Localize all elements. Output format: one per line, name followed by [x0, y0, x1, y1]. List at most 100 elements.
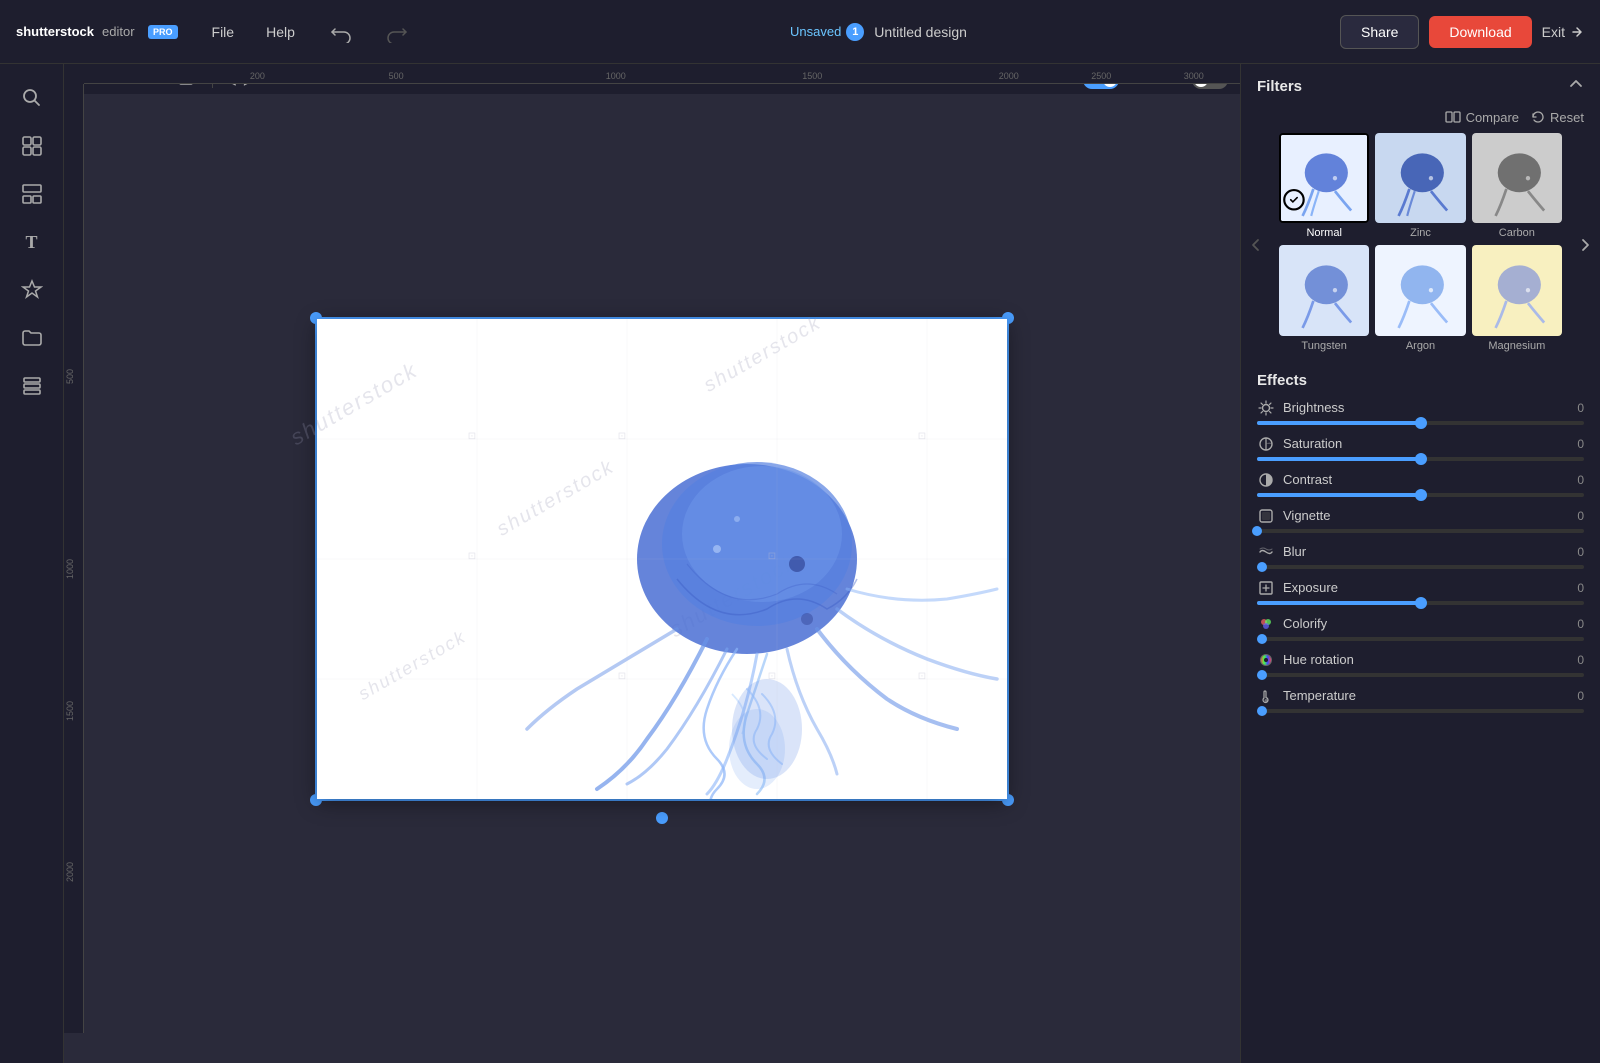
- svg-text:⊡: ⊡: [918, 431, 926, 442]
- hue-slider[interactable]: [1257, 673, 1584, 677]
- handle-rotate[interactable]: [656, 812, 668, 824]
- chevron-right-icon: [1578, 238, 1592, 252]
- svg-text:⊡: ⊡: [468, 551, 476, 562]
- redo-button[interactable]: [375, 15, 417, 49]
- reset-button[interactable]: Reset: [1531, 110, 1584, 125]
- blur-slider[interactable]: [1257, 565, 1584, 569]
- vignette-label: Vignette: [1283, 508, 1569, 523]
- temperature-svg: [1258, 688, 1274, 704]
- saturation-fill: [1257, 457, 1421, 461]
- sidebar-text-button[interactable]: T: [10, 220, 54, 264]
- exit-button[interactable]: Exit: [1542, 24, 1584, 40]
- filter-tungsten-thumb: [1279, 245, 1369, 335]
- colorify-svg: [1258, 616, 1274, 632]
- contrast-thumb[interactable]: [1415, 489, 1427, 501]
- ruler-left: 500 1000 1500 2000: [64, 84, 84, 1033]
- filter-argon[interactable]: Argon: [1375, 245, 1465, 351]
- compare-icon: [1445, 109, 1461, 125]
- sidebar-grid-button[interactable]: [10, 172, 54, 216]
- exposure-fill: [1257, 601, 1421, 605]
- temperature-slider[interactable]: [1257, 709, 1584, 713]
- colorify-thumb[interactable]: [1257, 634, 1267, 644]
- vignette-thumb[interactable]: [1252, 526, 1262, 536]
- compare-button[interactable]: Compare: [1445, 109, 1519, 125]
- temperature-thumb[interactable]: [1257, 706, 1267, 716]
- saturation-label: Saturation: [1283, 436, 1569, 451]
- topbar-center: Unsaved 1 Untitled design: [429, 23, 1328, 41]
- svg-text:⊡: ⊡: [768, 551, 776, 562]
- layout-icon: [21, 135, 43, 157]
- ruler-mark-left-1500: 1500: [65, 701, 75, 721]
- brightness-value: 0: [1577, 401, 1584, 415]
- filter-carbon[interactable]: Carbon: [1472, 133, 1562, 239]
- blur-value: 0: [1577, 545, 1584, 559]
- brightness-slider[interactable]: [1257, 421, 1584, 425]
- undo-button[interactable]: [321, 15, 363, 49]
- brightness-fill: [1257, 421, 1421, 425]
- filter-normal[interactable]: Normal: [1279, 133, 1369, 239]
- ruler-mark-left-2000: 2000: [65, 862, 75, 882]
- filter-tungsten[interactable]: Tungsten: [1279, 245, 1369, 351]
- filter-magnesium-thumb: [1472, 245, 1562, 335]
- sidebar-layers-button[interactable]: [10, 364, 54, 408]
- chevron-left-icon: [1249, 238, 1263, 252]
- ruler-mark-2500: 2500: [1091, 71, 1111, 81]
- saturation-thumb[interactable]: [1415, 453, 1427, 465]
- sidebar-layout-button[interactable]: [10, 124, 54, 168]
- saturation-slider[interactable]: [1257, 457, 1584, 461]
- canvas-area[interactable]: 200 500 1000 1500 2000 2500 3000 500 100…: [64, 64, 1240, 1063]
- share-button[interactable]: Share: [1340, 15, 1419, 49]
- hue-thumb[interactable]: [1257, 670, 1267, 680]
- text-icon: T: [25, 232, 37, 253]
- brightness-thumb[interactable]: [1415, 417, 1427, 429]
- topbar-right: Share Download Exit: [1340, 15, 1584, 49]
- effects-section: Effects Brightness 0: [1241, 364, 1600, 1063]
- svg-text:shutterstock: shutterstock: [16, 24, 95, 39]
- filter-magnesium[interactable]: Magnesium: [1472, 245, 1562, 351]
- contrast-label: Contrast: [1283, 472, 1569, 487]
- download-button[interactable]: Download: [1429, 16, 1531, 48]
- svg-text:⊡: ⊡: [768, 671, 776, 682]
- folder-icon: [21, 327, 43, 349]
- exposure-slider[interactable]: [1257, 601, 1584, 605]
- ruler-corner: [64, 64, 84, 84]
- ruler-mark-left-1000: 1000: [65, 559, 75, 579]
- sidebar-folder-button[interactable]: [10, 316, 54, 360]
- effect-saturation: Saturation 0: [1257, 435, 1584, 461]
- filters-collapse-button[interactable]: [1568, 76, 1584, 97]
- blur-label: Blur: [1283, 544, 1569, 559]
- filter-argon-preview: [1377, 247, 1463, 333]
- design-frame[interactable]: shutterstock shutterstock shutterstock s…: [317, 319, 1007, 799]
- filters-nav-row: Normal Zinc: [1241, 133, 1600, 364]
- ruler-mark-3000: 3000: [1184, 71, 1204, 81]
- contrast-slider[interactable]: [1257, 493, 1584, 497]
- filters-title: Filters: [1257, 78, 1302, 95]
- exposure-thumb[interactable]: [1415, 597, 1427, 609]
- colorify-slider[interactable]: [1257, 637, 1584, 641]
- colorify-value: 0: [1577, 617, 1584, 631]
- sidebar-elements-button[interactable]: [10, 268, 54, 312]
- svg-text:⊡: ⊡: [618, 671, 626, 682]
- contrast-value: 0: [1577, 473, 1584, 487]
- design-title[interactable]: Untitled design: [874, 24, 967, 40]
- nav-menu: File Help: [198, 18, 309, 46]
- filter-magnesium-label: Magnesium: [1488, 340, 1545, 352]
- effect-contrast-header: Contrast 0: [1257, 471, 1584, 489]
- filters-prev-button[interactable]: [1245, 232, 1267, 261]
- vignette-slider[interactable]: [1257, 529, 1584, 533]
- vignette-svg: [1258, 508, 1274, 524]
- filter-carbon-preview: [1474, 135, 1560, 221]
- help-menu[interactable]: Help: [252, 18, 309, 46]
- saturation-icon: [1257, 435, 1275, 453]
- blur-icon: [1257, 543, 1275, 561]
- blur-thumb[interactable]: [1257, 562, 1267, 572]
- sidebar-search-button[interactable]: [10, 76, 54, 120]
- effect-brightness-header: Brightness 0: [1257, 399, 1584, 417]
- filter-zinc-preview: [1377, 135, 1463, 221]
- app-logo: shutterstock editor PRO: [16, 18, 178, 46]
- colorify-label: Colorify: [1283, 616, 1569, 631]
- file-menu[interactable]: File: [198, 18, 249, 46]
- exposure-svg: [1258, 580, 1274, 596]
- filters-next-button[interactable]: [1574, 232, 1596, 261]
- filter-zinc[interactable]: Zinc: [1375, 133, 1465, 239]
